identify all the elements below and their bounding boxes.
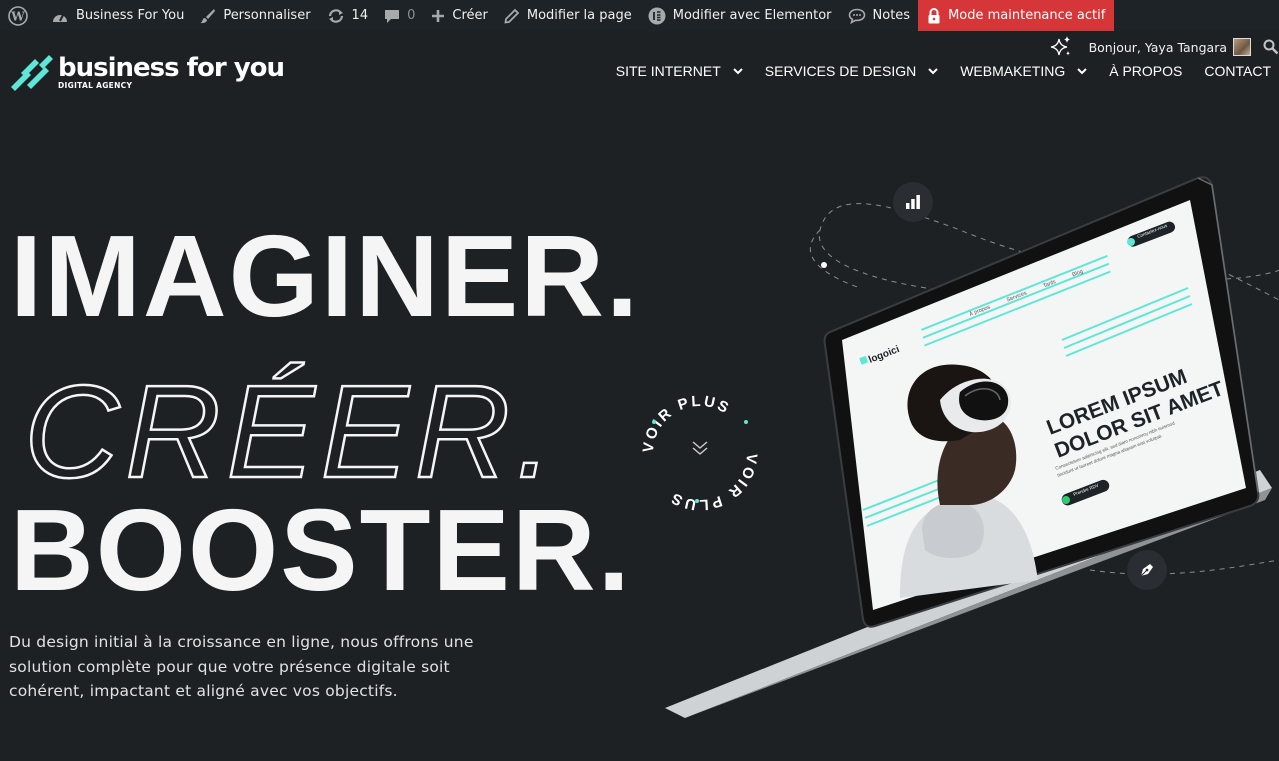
nav-item-a-propos[interactable]: À PROPOS: [1109, 63, 1182, 79]
speech-bubble-icon: [848, 8, 865, 24]
comments-count: 0: [407, 8, 416, 23]
nav-item-contact[interactable]: CONTACT: [1204, 63, 1271, 79]
account-bar: Bonjour, Yaya Tangara: [1049, 33, 1279, 61]
notes-label: Notes: [872, 8, 911, 23]
hero-heading-imaginer: IMAGINER.: [10, 211, 641, 341]
nav-item-site-internet[interactable]: SITE INTERNET: [616, 63, 743, 79]
edit-page-link[interactable]: Modifier la page: [496, 0, 640, 31]
nav-item-services-design[interactable]: SERVICES DE DESIGN: [765, 63, 938, 79]
laptop-mockup-illustration: À proposServicesTarifsBlog Contactez-nou…: [660, 170, 1279, 730]
nav-item-label: SERVICES DE DESIGN: [764, 63, 917, 79]
edit-elementor-label: Modifier avec Elementor: [672, 8, 832, 23]
brand-name: business for you: [58, 53, 285, 83]
plus-icon: [432, 9, 445, 22]
edit-elementor-link[interactable]: Modifier avec Elementor: [640, 0, 840, 31]
hero-intro-text: Du design initial à la croissance en lig…: [9, 633, 474, 700]
maintenance-label: Mode maintenance actif: [948, 8, 1106, 23]
avatar[interactable]: [1233, 38, 1251, 56]
pencil-icon: [504, 8, 520, 24]
search-icon[interactable]: [1263, 39, 1279, 55]
edit-page-label: Modifier la page: [526, 8, 632, 23]
updates-count: 14: [351, 8, 369, 23]
hero-heading-booster: BOOSTER.: [10, 485, 632, 615]
maintenance-mode-badge[interactable]: Mode maintenance actif: [918, 0, 1115, 31]
main-navigation: SITE INTERNET SERVICES DE DESIGN WEBMAKE…: [594, 63, 1271, 79]
logo-mark-icon: [11, 55, 53, 91]
comments-link[interactable]: 0: [376, 0, 423, 31]
brush-icon: [200, 8, 216, 23]
chevron-down-icon: [928, 67, 938, 74]
chart-bar-icon: [893, 182, 933, 222]
dashboard-icon: [53, 13, 67, 22]
site-name-link[interactable]: Business For You: [43, 0, 192, 31]
svg-text:W: W: [10, 9, 25, 23]
ai-sparkle-icon[interactable]: [1049, 35, 1073, 59]
update-icon: [328, 8, 343, 23]
admin-bar: W Business For You Personnaliser 14 0 Cr…: [0, 0, 1279, 31]
nav-item-label: À PROPOS: [1109, 63, 1183, 79]
lock-icon: [928, 7, 940, 23]
hero-heading-creer: CRÉER.: [24, 357, 559, 490]
nav-item-webmarketing[interactable]: WEBMAKETING: [960, 63, 1087, 79]
chevron-down-icon: [1077, 67, 1087, 74]
chevron-down-icon: [733, 67, 743, 74]
pen-tool-icon: [1127, 550, 1167, 590]
wordpress-icon: W: [8, 5, 28, 26]
site-logo[interactable]: business for you DIGITAL AGENCY: [9, 53, 285, 91]
account-greeting[interactable]: Bonjour, Yaya Tangara: [1089, 40, 1227, 55]
elementor-icon: [648, 7, 666, 24]
comment-icon: [385, 9, 400, 23]
new-content-label: Créer: [452, 8, 488, 23]
customize-label: Personnaliser: [223, 8, 311, 23]
site-name-label: Business For You: [76, 8, 185, 23]
nav-item-label: CONTACT: [1204, 63, 1271, 79]
nav-item-label: WEBMAKETING: [960, 63, 1066, 79]
customize-link[interactable]: Personnaliser: [192, 0, 318, 31]
updates-link[interactable]: 14: [319, 0, 377, 31]
notes-link[interactable]: Notes: [840, 0, 919, 31]
wordpress-logo-button[interactable]: W: [0, 0, 43, 31]
nav-item-label: SITE INTERNET: [615, 63, 721, 79]
svg-text:CRÉER.: CRÉER.: [24, 358, 559, 490]
new-content-link[interactable]: Créer: [423, 0, 495, 31]
brand-tagline: DIGITAL AGENCY: [58, 81, 133, 90]
